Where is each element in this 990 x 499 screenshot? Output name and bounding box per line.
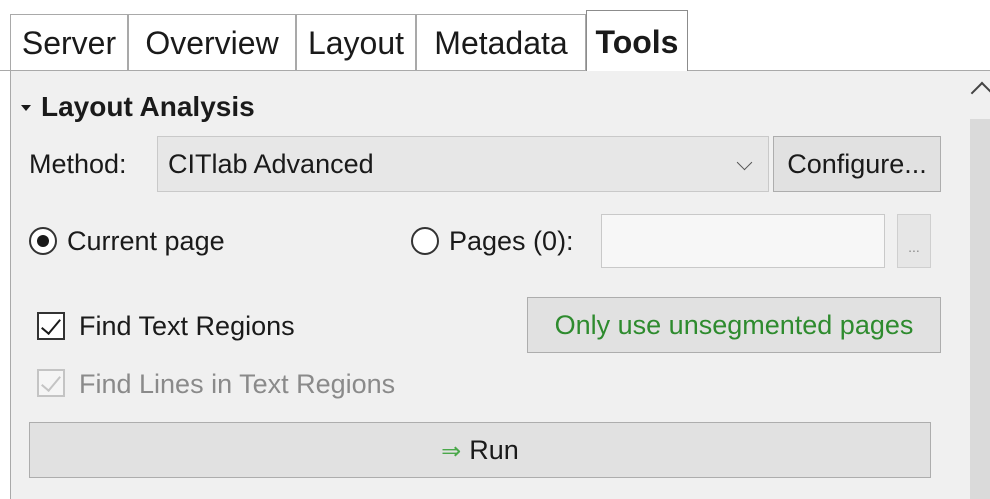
tab-tools[interactable]: Tools (586, 10, 688, 71)
method-label: Method: (29, 149, 127, 179)
run-button[interactable]: ⇒ Run (29, 422, 931, 478)
tab-server[interactable]: Server (10, 14, 128, 70)
vertical-scrollbar[interactable] (956, 71, 990, 499)
only-unsegmented-pages-toggle[interactable]: Only use unsegmented pages (527, 297, 941, 353)
double-arrow-right-icon: ⇒ (441, 438, 462, 465)
scrollbar-track[interactable] (970, 119, 990, 499)
pages-label: Pages (0): (449, 226, 574, 256)
pages-input[interactable] (601, 214, 885, 268)
checkmark-icon (41, 314, 61, 335)
tab-bar: Server Overview Layout Metadata Tools (0, 0, 990, 71)
tools-panel: Layout Analysis Method: CITlab Advanced … (10, 71, 990, 499)
chevron-down-icon (736, 154, 753, 171)
tools-view: Server Overview Layout Metadata Tools La… (0, 0, 990, 499)
collapse-caret-icon[interactable] (21, 105, 31, 111)
checkmark-icon (41, 371, 61, 392)
pages-radio[interactable] (411, 227, 439, 255)
find-text-regions-checkbox[interactable] (37, 312, 65, 340)
section-title: Layout Analysis (41, 91, 255, 122)
section-header-layout-analysis[interactable]: Layout Analysis (21, 91, 255, 123)
scroll-up-icon[interactable] (970, 81, 990, 105)
current-page-label: Current page (67, 226, 225, 256)
configure-button[interactable]: Configure... (773, 136, 941, 192)
method-select[interactable]: CITlab Advanced (157, 136, 769, 192)
current-page-radio[interactable] (29, 227, 57, 255)
tab-metadata[interactable]: Metadata (416, 14, 586, 70)
method-select-value: CITlab Advanced (168, 149, 374, 179)
tab-layout[interactable]: Layout (296, 14, 416, 70)
pages-browse-button[interactable]: ... (897, 214, 931, 268)
find-text-regions-label: Find Text Regions (79, 311, 295, 341)
tab-overview[interactable]: Overview (128, 14, 296, 70)
run-label: Run (469, 435, 519, 465)
find-lines-label: Find Lines in Text Regions (79, 369, 396, 399)
find-lines-checkbox (37, 369, 65, 397)
